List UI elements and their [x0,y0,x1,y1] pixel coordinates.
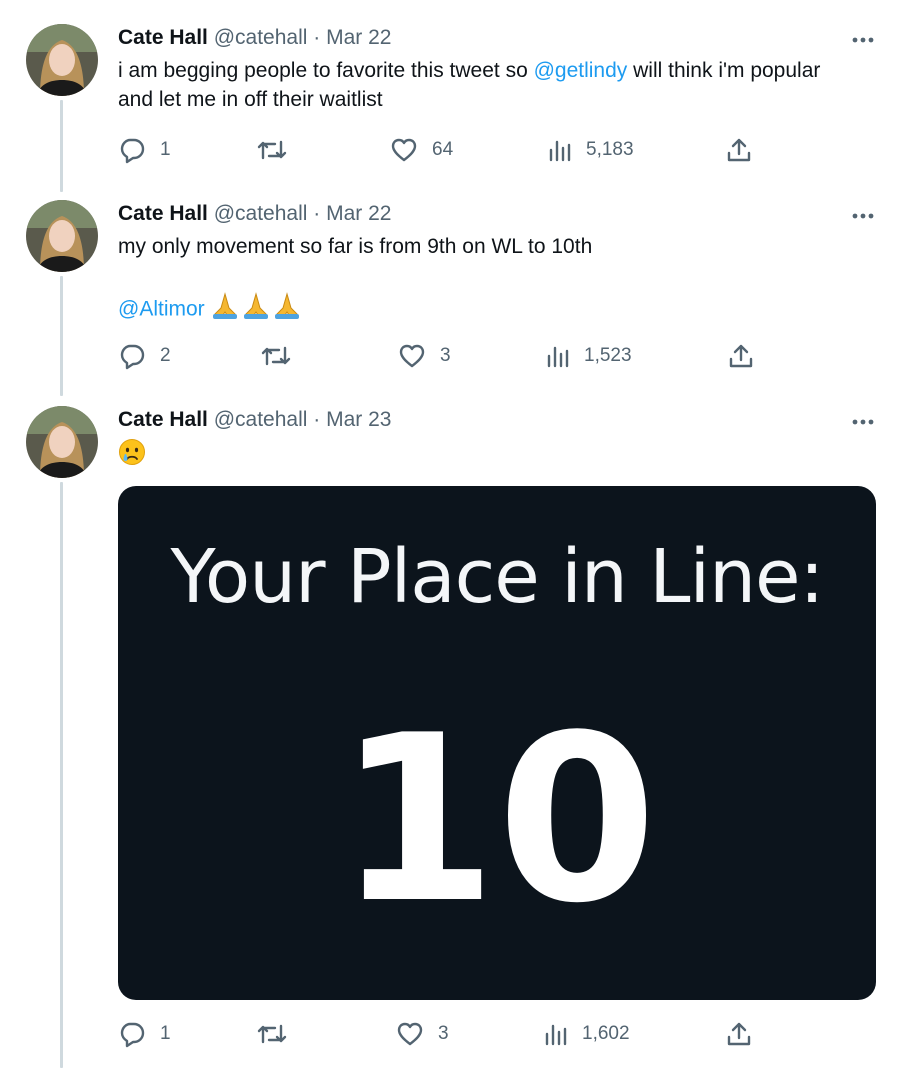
like-button[interactable]: 3 [398,340,451,372]
tweet-actions: 2 3 1,523 [0,340,907,372]
retweet-button[interactable] [260,340,292,372]
like-button[interactable]: 64 [390,134,453,166]
views-icon [545,1024,567,1046]
separator: · [313,26,321,49]
separator: · [313,202,321,225]
reply-icon [120,344,145,370]
more-options-icon[interactable] [850,209,876,221]
folded-hands-emoji [211,292,303,328]
tweet-3[interactable]: Cate Hall @catehall · Mar 23 Your Place … [0,406,907,1068]
tweet-text: my only movement so far is from 9th on W… [118,235,593,258]
retweet-button[interactable] [256,1018,288,1050]
timestamp[interactable]: Mar 23 [326,408,391,431]
heart-icon [397,1022,423,1046]
avatar[interactable] [26,24,98,96]
tweet-actions: 1 3 1,602 [0,1018,907,1050]
retweet-icon [257,140,287,160]
avatar[interactable] [26,406,98,478]
tweet-header: Cate Hall @catehall · Mar 22 [118,200,391,228]
author-name[interactable]: Cate Hall [118,202,208,225]
views-icon [549,140,571,162]
heart-icon [399,344,425,368]
author-handle[interactable]: @catehall [214,408,308,431]
share-button[interactable] [726,1018,752,1050]
like-count: 64 [432,139,454,160]
tweet-2[interactable]: Cate Hall @catehall · Mar 22 my only mov… [0,200,907,380]
view-count: 1,602 [582,1023,630,1044]
tweet-image[interactable]: Your Place in Line: 10 [118,486,876,1000]
tweet-header: Cate Hall @catehall · Mar 23 [118,406,391,434]
tweet-mention-line: @Altimor [118,292,858,328]
timestamp[interactable]: Mar 22 [326,26,391,49]
tweet-header: Cate Hall @catehall · Mar 22 [118,24,391,52]
author-name[interactable]: Cate Hall [118,26,208,49]
views-icon [547,346,569,368]
reply-button[interactable]: 1 [118,134,171,166]
share-icon [727,1022,751,1046]
reply-count: 1 [160,139,171,160]
mention-link[interactable]: @Altimor [118,298,205,321]
reply-count: 1 [160,1023,171,1044]
timestamp[interactable]: Mar 22 [326,202,391,225]
crying-face-emoji [118,438,146,474]
reply-button[interactable]: 1 [118,1018,171,1050]
tweet-text [118,438,858,474]
share-button[interactable] [726,134,752,166]
image-title-text: Your Place in Line: [170,534,825,620]
share-icon [729,344,753,368]
retweet-button[interactable] [256,134,288,166]
mention-link[interactable]: @getlindy [534,59,628,82]
views-button[interactable]: 1,602 [544,1018,630,1050]
reply-button[interactable]: 2 [118,340,171,372]
more-options-icon[interactable] [850,415,876,427]
image-number-text: 10 [336,687,658,954]
like-button[interactable]: 3 [396,1018,449,1050]
reply-icon [120,1022,145,1048]
avatar[interactable] [26,200,98,272]
like-count: 3 [438,1023,449,1044]
reply-icon [120,138,145,164]
heart-icon [391,138,417,162]
author-handle[interactable]: @catehall [214,202,308,225]
view-count: 1,523 [584,345,632,366]
tweet-text-part: i am begging people to favorite this twe… [118,59,534,82]
tweet-text: i am begging people to favorite this twe… [118,56,858,114]
more-options-icon[interactable] [850,33,876,45]
share-icon [727,138,751,162]
reply-count: 2 [160,345,171,366]
author-name[interactable]: Cate Hall [118,408,208,431]
author-handle[interactable]: @catehall [214,26,308,49]
share-button[interactable] [728,340,754,372]
tweet-1[interactable]: Cate Hall @catehall · Mar 22 i am beggin… [0,24,907,194]
view-count: 5,183 [586,139,634,160]
retweet-icon [257,1024,287,1044]
like-count: 3 [440,345,451,366]
retweet-icon [261,346,291,366]
separator: · [313,408,321,431]
tweet-actions: 1 64 5,183 [0,134,907,166]
views-button[interactable]: 5,183 [548,134,634,166]
views-button[interactable]: 1,523 [546,340,632,372]
